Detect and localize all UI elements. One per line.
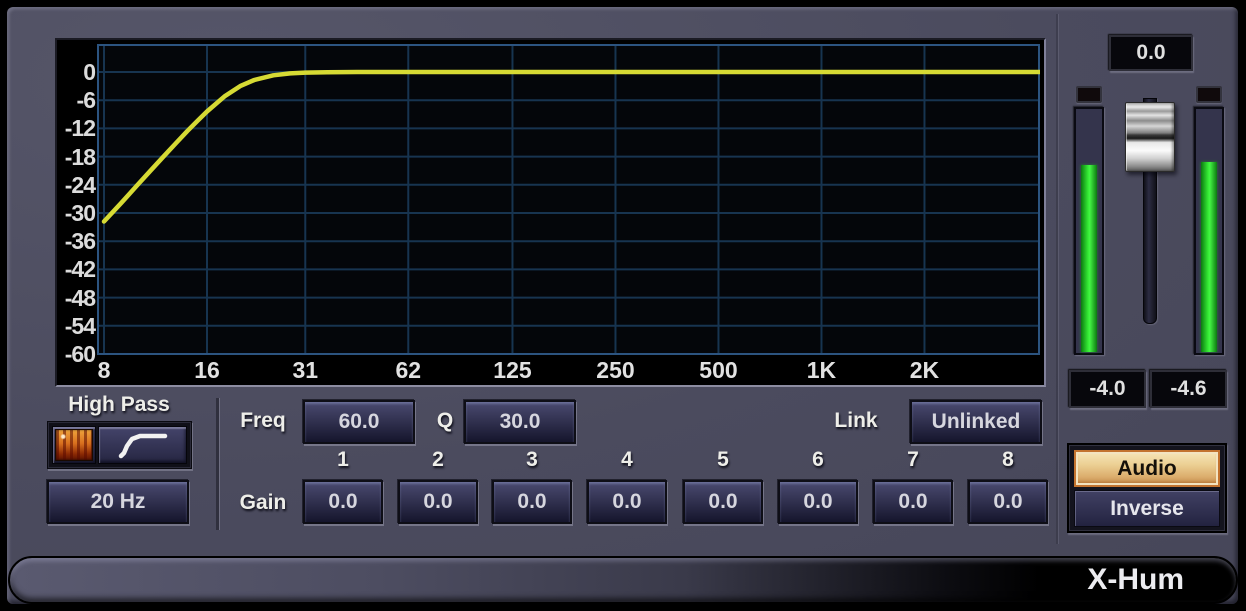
band-8-gain-value[interactable]: 0.0	[968, 480, 1048, 524]
output-meter-left	[1074, 107, 1104, 355]
x-axis-tick-250: 250	[580, 358, 650, 382]
band-2-gain-value[interactable]: 0.0	[398, 480, 478, 524]
x-axis-tick-2K: 2K	[889, 358, 959, 382]
clip-indicator-left[interactable]	[1076, 86, 1102, 103]
band-6-gain-value[interactable]: 0.0	[778, 480, 858, 524]
band-7-number: 7	[873, 448, 953, 472]
q-value[interactable]: 30.0	[464, 400, 576, 444]
freq-label: Freq	[228, 406, 298, 436]
controls-divider	[216, 398, 219, 530]
high-pass-response-20Hz-curve	[104, 72, 1040, 222]
band-1-gain-value[interactable]: 0.0	[303, 480, 383, 524]
analog-power-icon	[55, 429, 93, 461]
x-axis-tick-125: 125	[477, 358, 547, 382]
x-axis-tick-62: 62	[373, 358, 443, 382]
band-5-gain-value[interactable]: 0.0	[683, 480, 763, 524]
x-axis-tick-8: 8	[69, 358, 139, 382]
freq-value[interactable]: 60.0	[303, 400, 415, 444]
gain-label: Gain	[228, 488, 298, 518]
high-pass-title: High Pass	[48, 392, 190, 418]
y-axis-tick--54: -54	[57, 313, 95, 339]
y-axis-tick--18: -18	[57, 144, 95, 170]
high-pass-button-group	[47, 421, 192, 469]
frequency-response-svg	[97, 44, 1040, 355]
x-hum-plugin-window: 0-6-12-18-24-30-36-42-48-54-60 816316212…	[0, 0, 1246, 611]
high-pass-power-button[interactable]	[52, 426, 96, 464]
monitor-mode-group: Audio Inverse	[1067, 443, 1227, 533]
band-5-number: 5	[683, 448, 763, 472]
section-divider	[1056, 14, 1058, 544]
band-1-number: 1	[303, 448, 383, 472]
meter-right-level	[1201, 162, 1217, 352]
y-axis-tick--24: -24	[57, 172, 95, 198]
plugin-title: X-Hum	[1087, 563, 1236, 597]
y-axis-tick-0: 0	[57, 59, 95, 85]
audio-mode-button[interactable]: Audio	[1074, 450, 1220, 487]
band-3-number: 3	[492, 448, 572, 472]
band-8-number: 8	[968, 448, 1048, 472]
y-axis-tick--42: -42	[57, 256, 95, 282]
frequency-response-panel: 0-6-12-18-24-30-36-42-48-54-60 816316212…	[55, 38, 1046, 387]
link-value[interactable]: Unlinked	[910, 400, 1042, 444]
y-axis-tick--48: -48	[57, 285, 95, 311]
meter-right-readout[interactable]: -4.6	[1150, 370, 1227, 408]
frequency-response-plot	[97, 44, 1040, 355]
q-label: Q	[428, 406, 462, 436]
y-axis-tick--12: -12	[57, 115, 95, 141]
high-pass-curve-icon	[113, 431, 173, 459]
meter-left-level	[1081, 165, 1097, 352]
x-axis-tick-500: 500	[683, 358, 753, 382]
band-6-number: 6	[778, 448, 858, 472]
high-pass-frequency-value[interactable]: 20 Hz	[47, 480, 189, 524]
plugin-title-bar: X-Hum	[8, 556, 1238, 604]
x-axis-tick-1K: 1K	[786, 358, 856, 382]
output-fader-handle[interactable]	[1125, 102, 1175, 172]
band-2-number: 2	[398, 448, 478, 472]
band-4-number: 4	[587, 448, 667, 472]
x-axis-tick-16: 16	[172, 358, 242, 382]
inverse-mode-button[interactable]: Inverse	[1074, 490, 1220, 527]
band-3-gain-value[interactable]: 0.0	[492, 480, 572, 524]
link-label: Link	[824, 406, 888, 436]
band-7-gain-value[interactable]: 0.0	[873, 480, 953, 524]
band-4-gain-value[interactable]: 0.0	[587, 480, 667, 524]
meter-left-readout[interactable]: -4.0	[1069, 370, 1146, 408]
y-axis-tick--30: -30	[57, 200, 95, 226]
clip-indicator-right[interactable]	[1196, 86, 1222, 103]
y-axis-tick--36: -36	[57, 228, 95, 254]
y-axis-tick--6: -6	[57, 87, 95, 113]
x-axis-tick-31: 31	[270, 358, 340, 382]
output-meter-right	[1194, 107, 1224, 355]
output-fader-readout[interactable]: 0.0	[1109, 35, 1193, 71]
high-pass-filter-type-button[interactable]	[98, 426, 187, 464]
